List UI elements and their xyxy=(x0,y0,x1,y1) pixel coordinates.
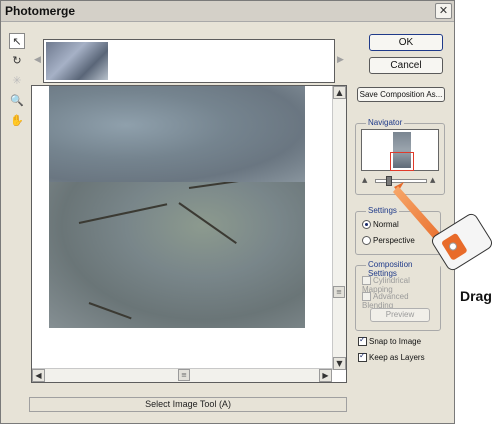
snap-to-image-checkbox[interactable] xyxy=(358,335,367,347)
horizontal-scrollbar[interactable]: ◀ ≡ ▶ xyxy=(32,368,332,382)
scroll-up-button[interactable]: ▲ xyxy=(333,86,346,99)
radio-perspective-indicator[interactable] xyxy=(362,236,371,246)
photo-twig xyxy=(188,182,299,189)
navigator-panel: Navigator ▲ ▲ xyxy=(355,118,445,195)
filmstrip-left-arrow-icon[interactable]: ◀ xyxy=(34,55,41,65)
preview-button: Preview xyxy=(370,308,430,322)
cylindrical-mapping-checkbox xyxy=(362,276,371,286)
drag-device-callout xyxy=(429,211,495,284)
photo-twig xyxy=(178,202,237,244)
radio-perspective-label: Perspective xyxy=(373,236,415,245)
vertical-scrollbar[interactable]: ▲ ≡ ▼ xyxy=(332,86,346,370)
settings-label: Settings xyxy=(366,206,399,215)
zoom-slider-thumb[interactable] xyxy=(386,176,392,186)
save-composition-button[interactable]: Save Composition As... xyxy=(357,87,445,102)
tool-palette: ↖ ↻ ✳ 🔍 ✋ xyxy=(9,33,27,133)
keep-as-layers-label: Keep as Layers xyxy=(369,353,425,362)
horizontal-scroll-thumb[interactable]: ≡ xyxy=(178,369,190,381)
zoom-in-icon[interactable]: ▲ xyxy=(430,176,435,184)
radio-perspective[interactable]: Perspective xyxy=(362,236,415,246)
cancel-button[interactable]: Cancel xyxy=(369,57,443,74)
placed-photo-bottom[interactable] xyxy=(49,182,305,328)
snap-to-image-label: Snap to Image xyxy=(369,337,422,346)
snap-to-image-option[interactable]: Snap to Image xyxy=(358,335,422,347)
composition-canvas[interactable]: ▲ ≡ ▼ ◀ ≡ ▶ xyxy=(31,85,347,383)
composition-settings-panel: Composition Settings Cylindrical Mapping… xyxy=(355,260,441,331)
drag-label: Drag xyxy=(460,288,492,304)
zoom-slider[interactable] xyxy=(375,179,427,183)
rotate-image-tool-icon[interactable]: ↻ xyxy=(9,53,25,69)
photo-twig xyxy=(78,203,168,224)
window-title: Photomerge xyxy=(5,4,76,18)
hand-tool-icon[interactable]: ✋ xyxy=(9,113,25,129)
radio-normal[interactable]: Normal xyxy=(362,220,399,230)
zoom-tool-icon[interactable]: 🔍 xyxy=(9,93,25,109)
scroll-left-button[interactable]: ◀ xyxy=(32,369,45,382)
radio-normal-label: Normal xyxy=(373,220,399,229)
unplaced-image-thumbnail[interactable] xyxy=(46,42,108,80)
photomerge-dialog: Photomerge ✕ ↖ ↻ ✳ 🔍 ✋ ◀ ▶ ▲ ≡ ▼ ◀ ≡ ▶ S… xyxy=(0,0,455,424)
ok-button[interactable]: OK xyxy=(369,34,443,51)
select-image-tool-icon[interactable]: ↖ xyxy=(9,33,25,49)
settings-panel: Settings Normal Perspective xyxy=(355,206,441,255)
title-bar: Photomerge ✕ xyxy=(1,1,454,22)
keep-as-layers-option[interactable]: Keep as Layers xyxy=(358,351,425,363)
close-button[interactable]: ✕ xyxy=(435,3,452,19)
filmstrip-right-arrow-icon[interactable]: ▶ xyxy=(337,55,344,65)
status-bar: Select Image Tool (A) xyxy=(29,397,347,412)
zoom-out-icon[interactable]: ▲ xyxy=(362,176,367,184)
placed-photo-top[interactable] xyxy=(49,86,305,184)
advanced-blending-checkbox xyxy=(362,292,371,302)
keep-as-layers-checkbox[interactable] xyxy=(358,351,367,363)
lightbox-filmstrip[interactable] xyxy=(43,39,335,83)
scroll-right-button[interactable]: ▶ xyxy=(319,369,332,382)
navigator-view-box[interactable] xyxy=(390,152,414,171)
navigator-preview[interactable] xyxy=(361,129,439,171)
set-vanishing-point-tool-icon: ✳ xyxy=(12,74,22,87)
radio-normal-indicator[interactable] xyxy=(362,220,371,230)
navigator-label: Navigator xyxy=(366,118,405,127)
scroll-down-button[interactable]: ▼ xyxy=(333,357,346,370)
vertical-scroll-thumb[interactable]: ≡ xyxy=(333,286,345,298)
photo-twig xyxy=(88,302,132,320)
zoom-slider-row: ▲ ▲ xyxy=(362,176,440,186)
